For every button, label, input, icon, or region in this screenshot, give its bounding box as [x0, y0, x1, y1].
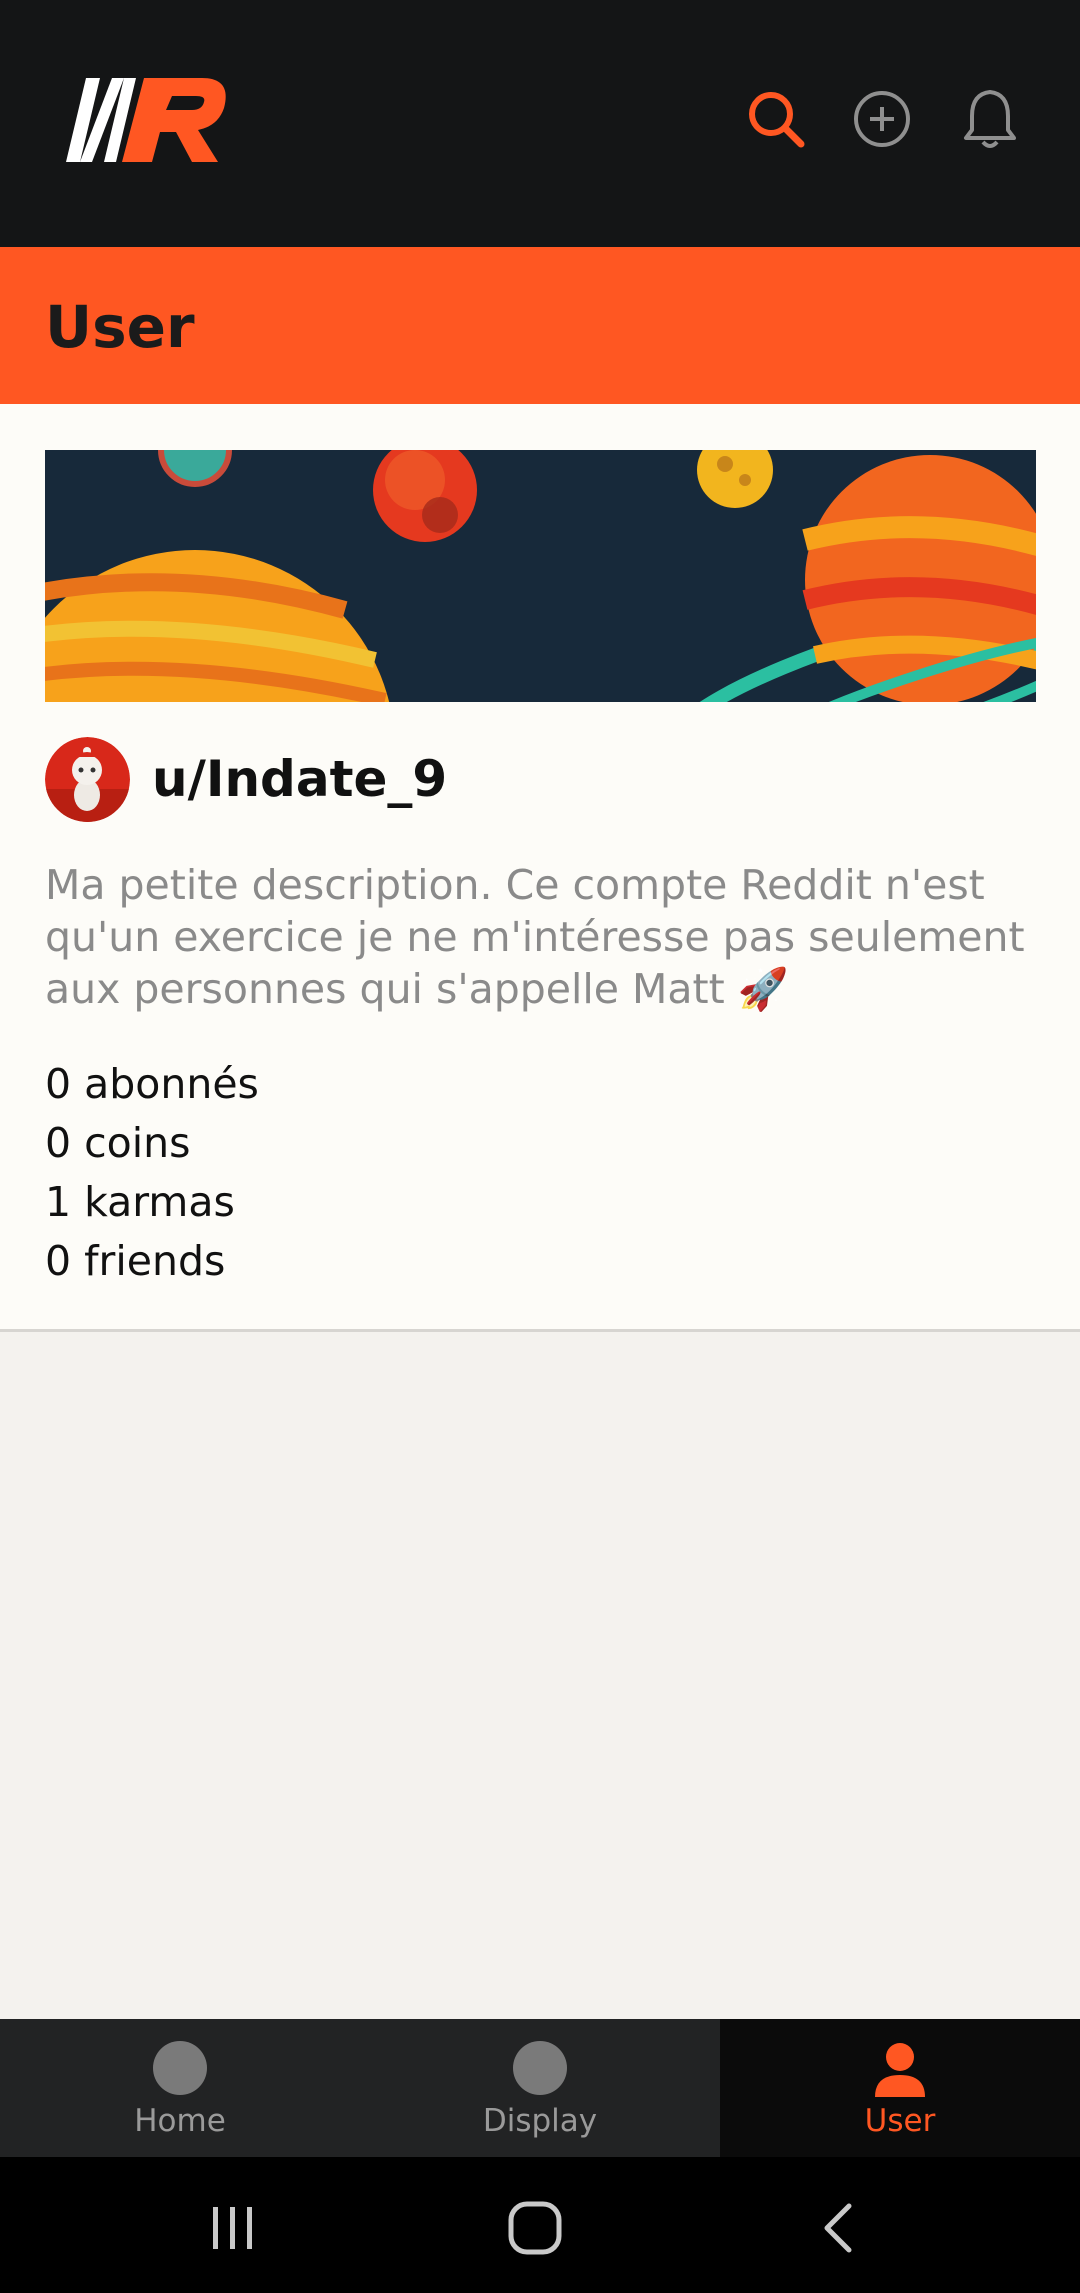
- display-icon: [513, 2041, 567, 2095]
- app-root: User u/Indate_9 Ma petite description. C…: [0, 0, 1080, 2293]
- top-app-bar: [0, 0, 1080, 247]
- nav-label-home: Home: [134, 2103, 226, 2139]
- add-circle-icon[interactable]: [849, 86, 915, 152]
- nav-label-display: Display: [482, 2103, 598, 2139]
- home-icon: [153, 2041, 207, 2095]
- nav-item-display[interactable]: Display: [360, 2019, 720, 2157]
- home-button-icon[interactable]: [500, 2193, 570, 2263]
- recent-apps-icon[interactable]: [198, 2193, 268, 2263]
- profile-card: u/Indate_9 Ma petite description. Ce com…: [0, 404, 1080, 1332]
- page-title: User: [45, 293, 195, 361]
- stat-friends: 0 friends: [45, 1237, 226, 1285]
- nav-label-user: User: [864, 2103, 936, 2139]
- user-icon: [875, 2043, 925, 2097]
- nav-item-home[interactable]: Home: [0, 2019, 360, 2157]
- stat-subscribers: 0 abonnés: [45, 1060, 259, 1108]
- profile-stats: 0 abonnés 0 coins 1 karmas 0 friends: [45, 1055, 259, 1291]
- app-logo[interactable]: [52, 70, 242, 170]
- stat-coins: 0 coins: [45, 1119, 191, 1167]
- stat-karma: 1 karmas: [45, 1178, 235, 1226]
- section-header: User: [0, 247, 1080, 404]
- nav-item-user[interactable]: User: [720, 2019, 1080, 2157]
- profile-description: Ma petite description. Ce compte Reddit …: [45, 861, 1025, 1013]
- search-icon[interactable]: [743, 86, 809, 152]
- avatar[interactable]: [45, 737, 130, 822]
- bottom-navigation: Home Display User: [0, 2019, 1080, 2157]
- system-navigation-bar: [0, 2157, 1080, 2293]
- username: u/Indate_9: [152, 750, 448, 808]
- back-icon[interactable]: [804, 2193, 874, 2263]
- profile-banner-image: [45, 450, 1036, 702]
- bell-icon[interactable]: [957, 86, 1023, 152]
